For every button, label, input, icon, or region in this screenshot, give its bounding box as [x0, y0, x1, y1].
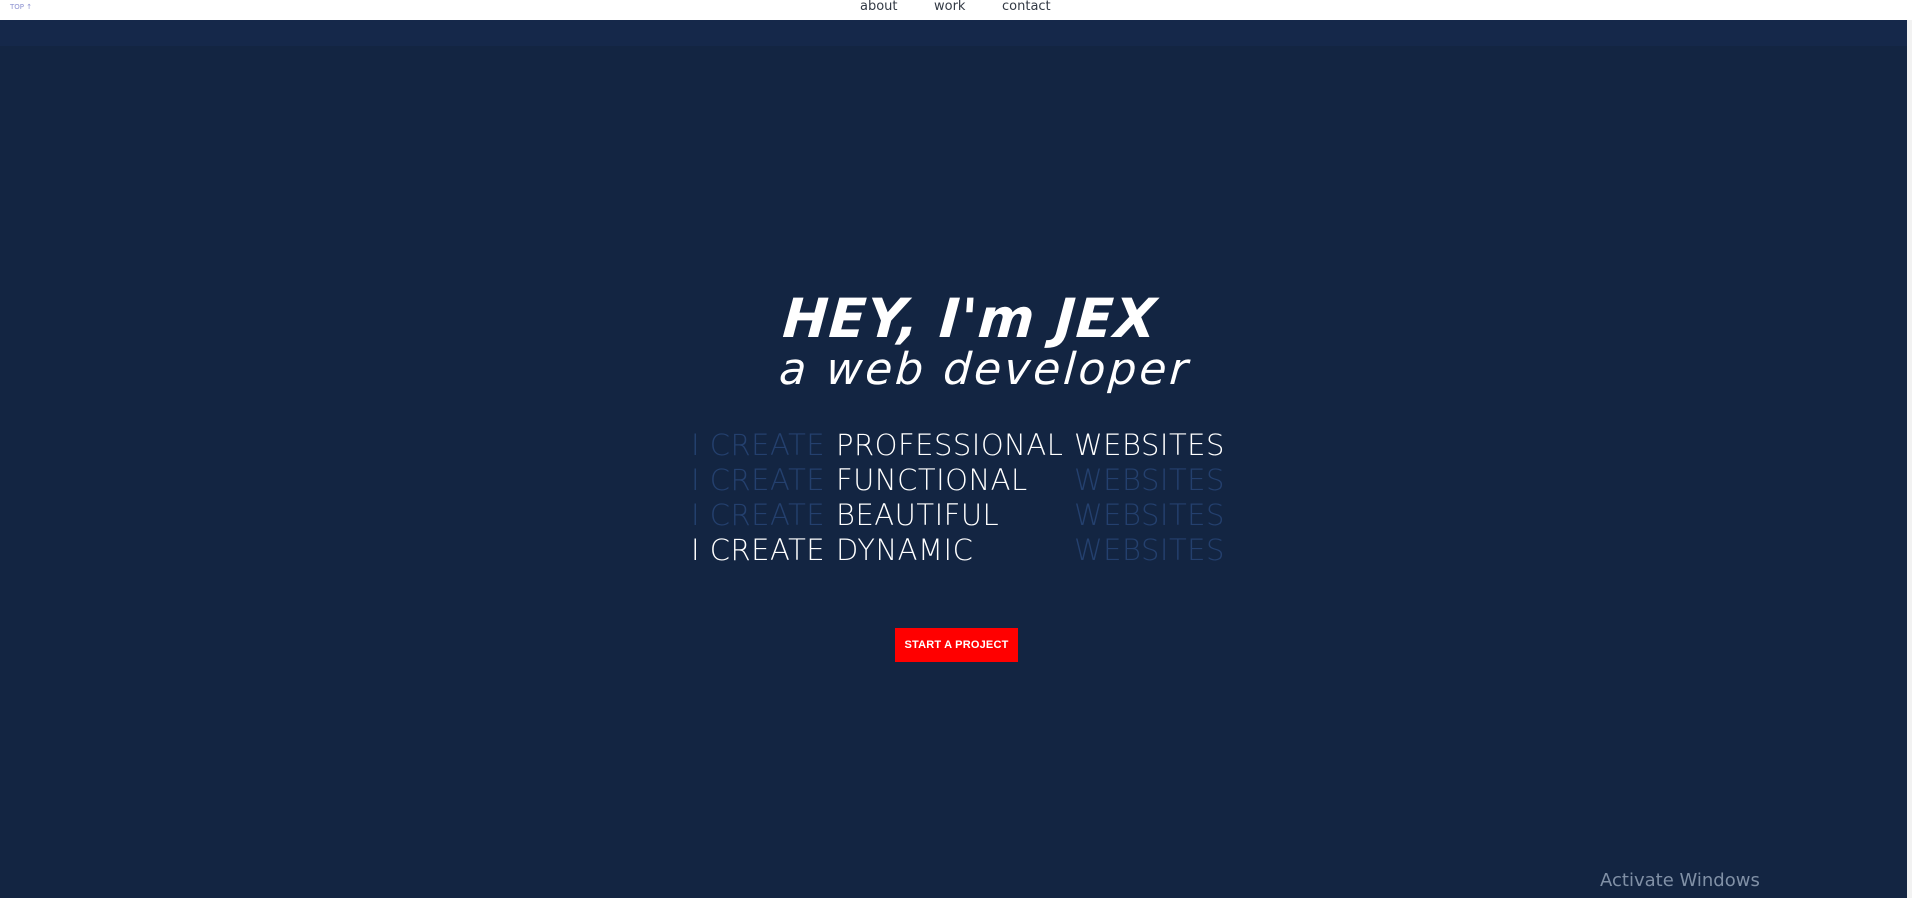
page: TOP ↑ about work contact HEY, I'm JEX a … [0, 0, 1912, 898]
activate-windows-watermark: Activate Windows [1600, 870, 1760, 891]
tagline-tail: WEBSITES [1074, 498, 1225, 532]
tagline-lead: I CREATE [691, 463, 826, 497]
hero-top-shade [0, 20, 1907, 46]
headline-greeting: HEY, I'm JEX [780, 287, 1160, 350]
tagline-adjective: PROFESSIONAL [836, 428, 1064, 462]
nav-contact-link[interactable]: contact [1002, 0, 1051, 14]
tagline-row: I CREATE BEAUTIFUL WEBSITES [691, 498, 1231, 533]
tagline-tail: WEBSITES [1074, 533, 1225, 567]
tagline-lead: I CREATE [691, 533, 826, 567]
tagline-grid: I CREATE PROFESSIONAL WEBSITES I CREATE … [691, 428, 1231, 568]
scroll-to-top-link[interactable]: TOP ↑ [10, 3, 32, 11]
tagline-tail: WEBSITES [1074, 428, 1225, 462]
tagline-row: I CREATE FUNCTIONAL WEBSITES [691, 463, 1231, 498]
tagline-row: I CREATE PROFESSIONAL WEBSITES [691, 428, 1231, 463]
start-project-button[interactable]: START A PROJECT [895, 628, 1018, 662]
tagline-tail: WEBSITES [1074, 463, 1225, 497]
tagline-adjective: BEAUTIFUL [836, 498, 1000, 532]
nav-about-link[interactable]: about [860, 0, 898, 14]
tagline-lead: I CREATE [691, 498, 826, 532]
tagline-adjective: DYNAMIC [836, 533, 974, 567]
page-scrollbar[interactable] [1907, 20, 1912, 898]
top-navbar: TOP ↑ about work contact [0, 0, 1912, 20]
tagline-row: I CREATE DYNAMIC WEBSITES [691, 533, 1231, 568]
nav-work-link[interactable]: work [934, 0, 965, 14]
headline-role: a web developer [777, 344, 1193, 395]
tagline-lead: I CREATE [691, 428, 826, 462]
tagline-adjective: FUNCTIONAL [836, 463, 1028, 497]
